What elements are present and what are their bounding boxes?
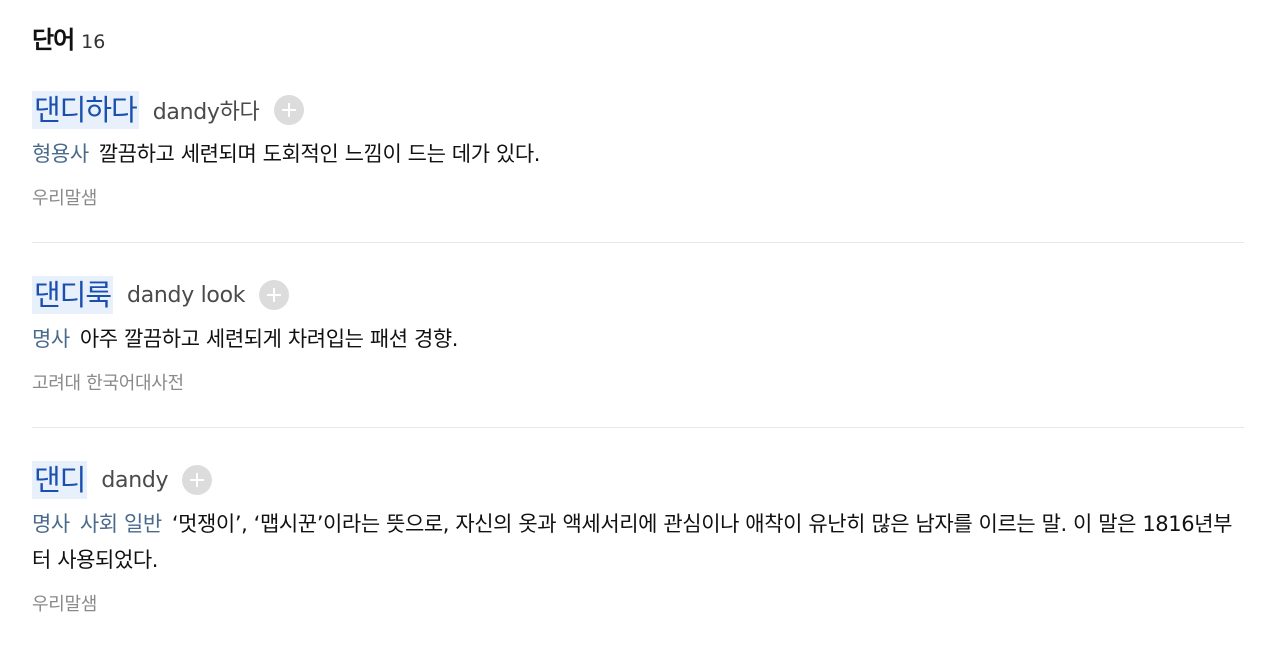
definition: 형용사 깔끔하고 세련되며 도회적인 느낌이 드는 데가 있다. — [32, 136, 1244, 172]
divider — [32, 242, 1244, 243]
word-entry: 댄디룩 dandy look 명사 아주 깔끔하고 세련되게 차려입는 패션 경향… — [32, 275, 1244, 395]
word-origin: dandy — [101, 467, 169, 493]
dictionary-source: 우리말샘 — [32, 188, 98, 209]
add-to-wordbook-button[interactable] — [273, 95, 304, 125]
word-entry: 댄디 dandy 명사 사회 일반 ‘멋쟁이’, ‘맵시꾼’이라는 뜻으로, 자신의… — [32, 460, 1244, 616]
result-count: 16 — [81, 31, 106, 53]
dictionary-word-results: 단어 16 댄디하다 dandy하다 형용사 깔끔하고 세련되며 도회적인 느낌이… — [0, 0, 1280, 645]
subject-category: 사회 일반 — [79, 512, 162, 536]
divider — [32, 427, 1244, 428]
headword-link[interactable]: 댄디하다 — [32, 91, 139, 129]
word-origin: dandy하다 — [152, 100, 260, 125]
part-of-speech: 형용사 — [32, 142, 89, 166]
part-of-speech: 명사 — [32, 327, 70, 351]
definition-text: ‘멋쟁이’, ‘맵시꾼’이라는 뜻으로, 자신의 옷과 액세서리에 관심이나 애… — [32, 512, 1233, 572]
definition: 명사 아주 깔끔하고 세련되게 차려입는 패션 경향. — [32, 321, 1244, 357]
section-title: 단어 — [32, 26, 75, 54]
definition-text: 아주 깔끔하고 세련되게 차려입는 패션 경향. — [79, 327, 459, 351]
add-to-wordbook-button[interactable] — [259, 280, 290, 310]
part-of-speech: 명사 — [32, 512, 70, 536]
entry-header: 댄디하다 dandy하다 — [32, 90, 1244, 130]
word-entry: 댄디하다 dandy하다 형용사 깔끔하고 세련되며 도회적인 느낌이 드는 데가… — [32, 90, 1244, 210]
dictionary-source: 우리말샘 — [32, 594, 98, 615]
headword-link[interactable]: 댄디룩 — [32, 276, 114, 314]
entry-header: 댄디 dandy — [32, 460, 1244, 500]
add-to-wordbook-button[interactable] — [182, 465, 213, 495]
word-origin: dandy look — [127, 282, 246, 308]
entry-header: 댄디룩 dandy look — [32, 275, 1244, 315]
headword-link[interactable]: 댄디 — [32, 461, 88, 499]
section-header: 단어 16 — [32, 20, 105, 55]
dictionary-source: 고려대 한국어대사전 — [32, 373, 184, 394]
definition: 명사 사회 일반 ‘멋쟁이’, ‘맵시꾼’이라는 뜻으로, 자신의 옷과 액세서리에… — [32, 506, 1244, 578]
definition-text: 깔끔하고 세련되며 도회적인 느낌이 드는 데가 있다. — [98, 142, 541, 166]
